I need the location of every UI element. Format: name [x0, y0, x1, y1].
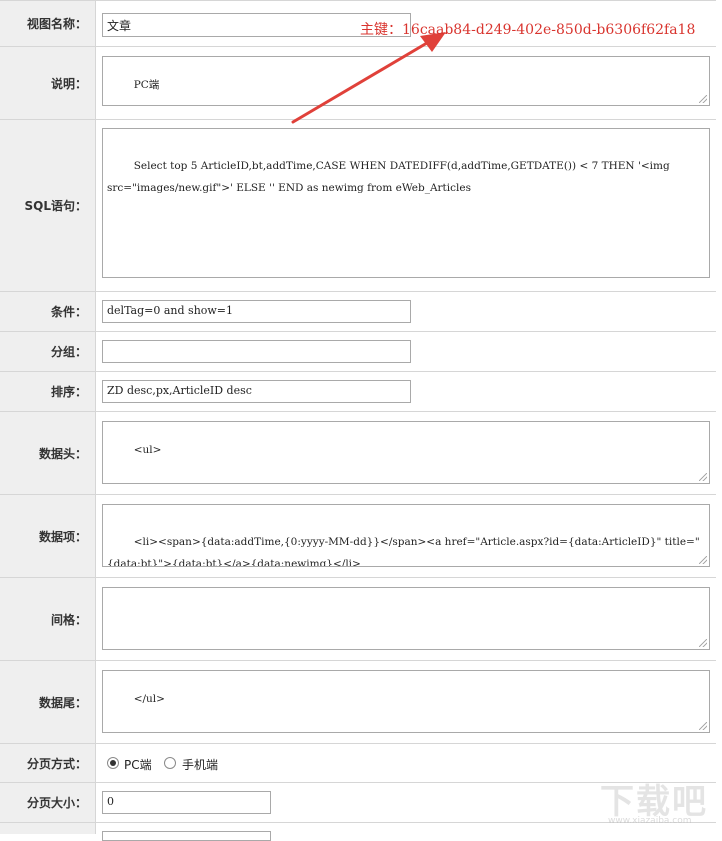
- primary-key-annotation: 主键：16caab84-d249-402e-850d-b6306f62fa18: [360, 22, 696, 38]
- watermark-logo: 下载吧 www.xiazaiba.com: [580, 772, 720, 830]
- watermark-url: www.xiazaiba.com: [608, 816, 692, 826]
- annotation-arrow-icon: [291, 32, 446, 124]
